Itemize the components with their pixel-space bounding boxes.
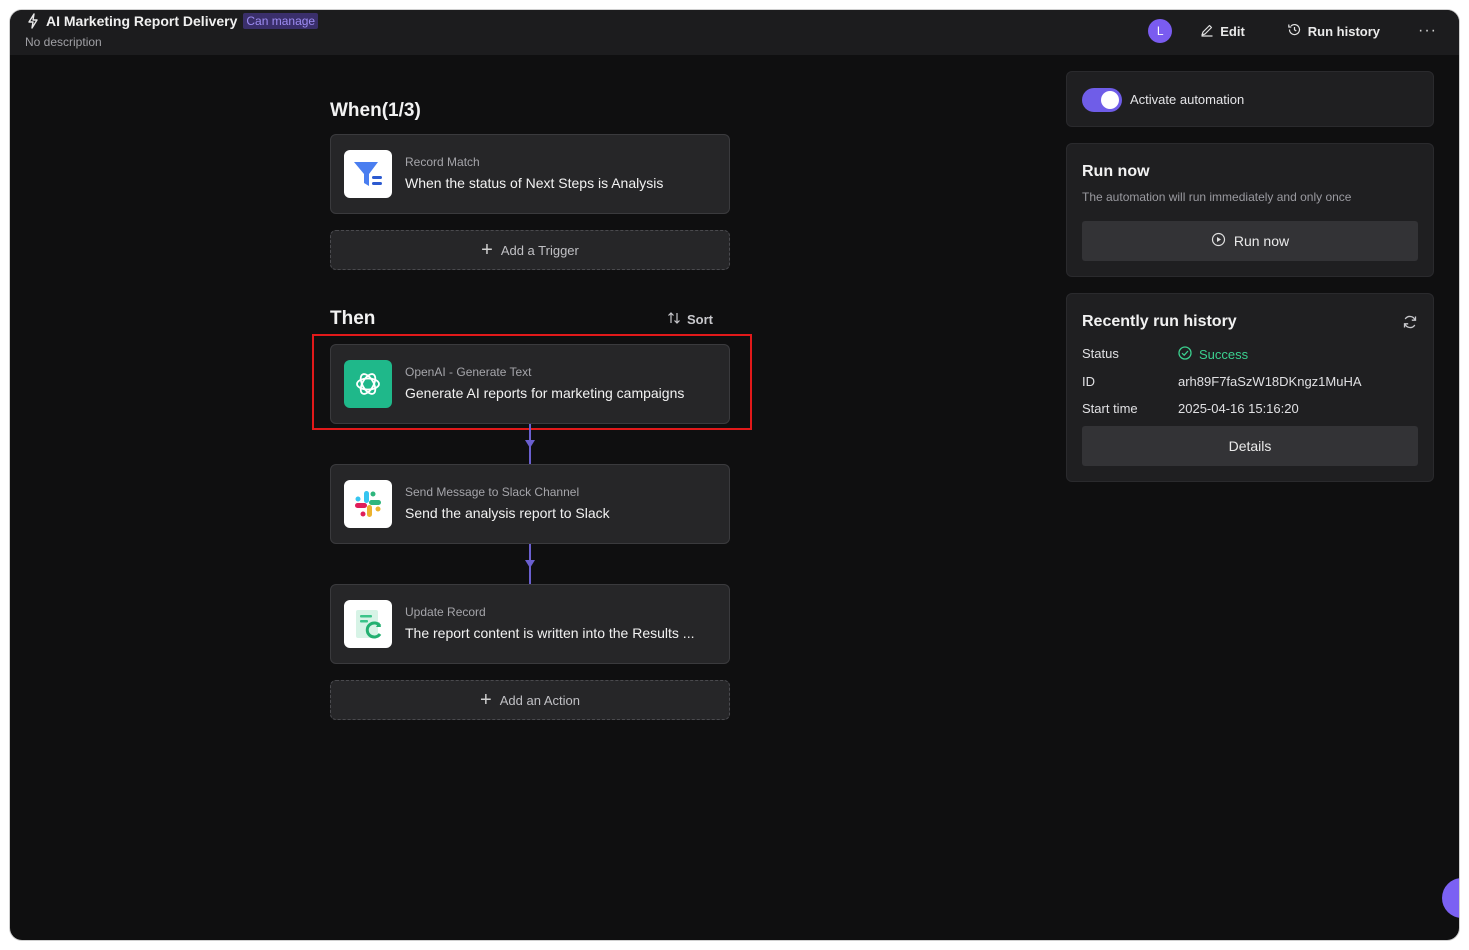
activate-panel: Activate automation xyxy=(1066,71,1434,127)
automation-title: AI Marketing Report Delivery xyxy=(46,13,238,29)
add-action-label: Add an Action xyxy=(499,692,580,708)
action-card-slack[interactable]: Send Message to Slack Channel Send the a… xyxy=(330,464,730,544)
edit-label: Edit xyxy=(1220,23,1245,39)
pencil-icon xyxy=(1200,23,1214,40)
plus-icon: + xyxy=(480,689,492,711)
action-card-update-record[interactable]: Update Record The report content is writ… xyxy=(330,584,730,664)
edit-button[interactable]: Edit xyxy=(1200,23,1245,40)
add-action-button[interactable]: + Add an Action xyxy=(330,680,730,720)
status-label: Status xyxy=(1082,346,1119,361)
run-now-button[interactable]: Run now xyxy=(1082,221,1418,261)
details-label: Details xyxy=(1228,438,1272,454)
action-text: Send the analysis report to Slack xyxy=(405,505,610,521)
filter-icon xyxy=(344,150,392,198)
status-value: Success xyxy=(1178,346,1248,363)
automation-bolt-icon xyxy=(26,13,40,29)
id-value: arh89F7faSzW18DKngz1MuHA xyxy=(1178,374,1362,389)
activate-toggle[interactable] xyxy=(1082,88,1122,112)
more-options-icon[interactable]: ··· xyxy=(1418,22,1437,40)
trigger-card[interactable]: Record Match When the status of Next Ste… xyxy=(330,134,730,214)
history-clock-icon xyxy=(1287,22,1302,40)
automation-description: No description xyxy=(25,35,102,49)
action-text: The report content is written into the R… xyxy=(405,625,695,641)
activate-label: Activate automation xyxy=(1130,92,1245,107)
flow-arrow-icon xyxy=(525,440,535,448)
run-now-panel: Run now The automation will run immediat… xyxy=(1066,143,1434,277)
details-button[interactable]: Details xyxy=(1082,426,1418,466)
run-now-label: Run now xyxy=(1233,233,1290,249)
run-history-label: Run history xyxy=(1307,23,1381,39)
status-text: Success xyxy=(1199,347,1249,362)
play-circle-icon xyxy=(1211,232,1226,250)
title-row: AI Marketing Report Delivery Can manage xyxy=(26,13,319,29)
flow-arrow-icon xyxy=(525,560,535,568)
sort-icon xyxy=(667,311,681,328)
trigger-text: When the status of Next Steps is Analysi… xyxy=(405,175,664,191)
id-label: ID xyxy=(1082,374,1095,389)
start-time-value: 2025-04-16 15:16:20 xyxy=(1178,401,1299,416)
run-now-heading: Run now xyxy=(1082,163,1150,180)
update-record-icon xyxy=(344,600,392,648)
toggle-knob xyxy=(1101,91,1119,109)
top-bar: AI Marketing Report Delivery Can manage … xyxy=(10,10,1459,55)
when-heading: When(1/3) xyxy=(330,100,421,121)
app-window: AI Marketing Report Delivery Can manage … xyxy=(10,10,1459,940)
action-kind: Update Record xyxy=(405,605,486,619)
plus-icon: + xyxy=(481,239,493,261)
check-circle-icon xyxy=(1178,346,1192,363)
refresh-icon[interactable] xyxy=(1402,314,1418,335)
slack-icon xyxy=(344,480,392,528)
sort-label: Sort xyxy=(687,312,713,327)
start-time-label: Start time xyxy=(1082,401,1138,416)
top-actions: L Edit Run history ··· xyxy=(1148,18,1437,44)
then-heading: Then xyxy=(330,308,376,329)
trigger-kind: Record Match xyxy=(405,155,480,169)
run-now-description: The automation will run immediately and … xyxy=(1082,190,1352,204)
selection-highlight xyxy=(312,334,752,430)
assistant-fab-button[interactable] xyxy=(1442,878,1459,918)
permission-badge: Can manage xyxy=(243,13,319,29)
avatar[interactable]: L xyxy=(1148,19,1173,43)
run-history-button[interactable]: Run history xyxy=(1287,22,1380,40)
sort-button[interactable]: Sort xyxy=(667,311,713,328)
run-history-panel: Recently run history Status Success ID a… xyxy=(1066,293,1434,482)
action-kind: Send Message to Slack Channel xyxy=(405,485,580,499)
run-history-heading: Recently run history xyxy=(1082,313,1237,330)
add-trigger-label: Add a Trigger xyxy=(500,242,579,258)
add-trigger-button[interactable]: + Add a Trigger xyxy=(330,230,730,270)
